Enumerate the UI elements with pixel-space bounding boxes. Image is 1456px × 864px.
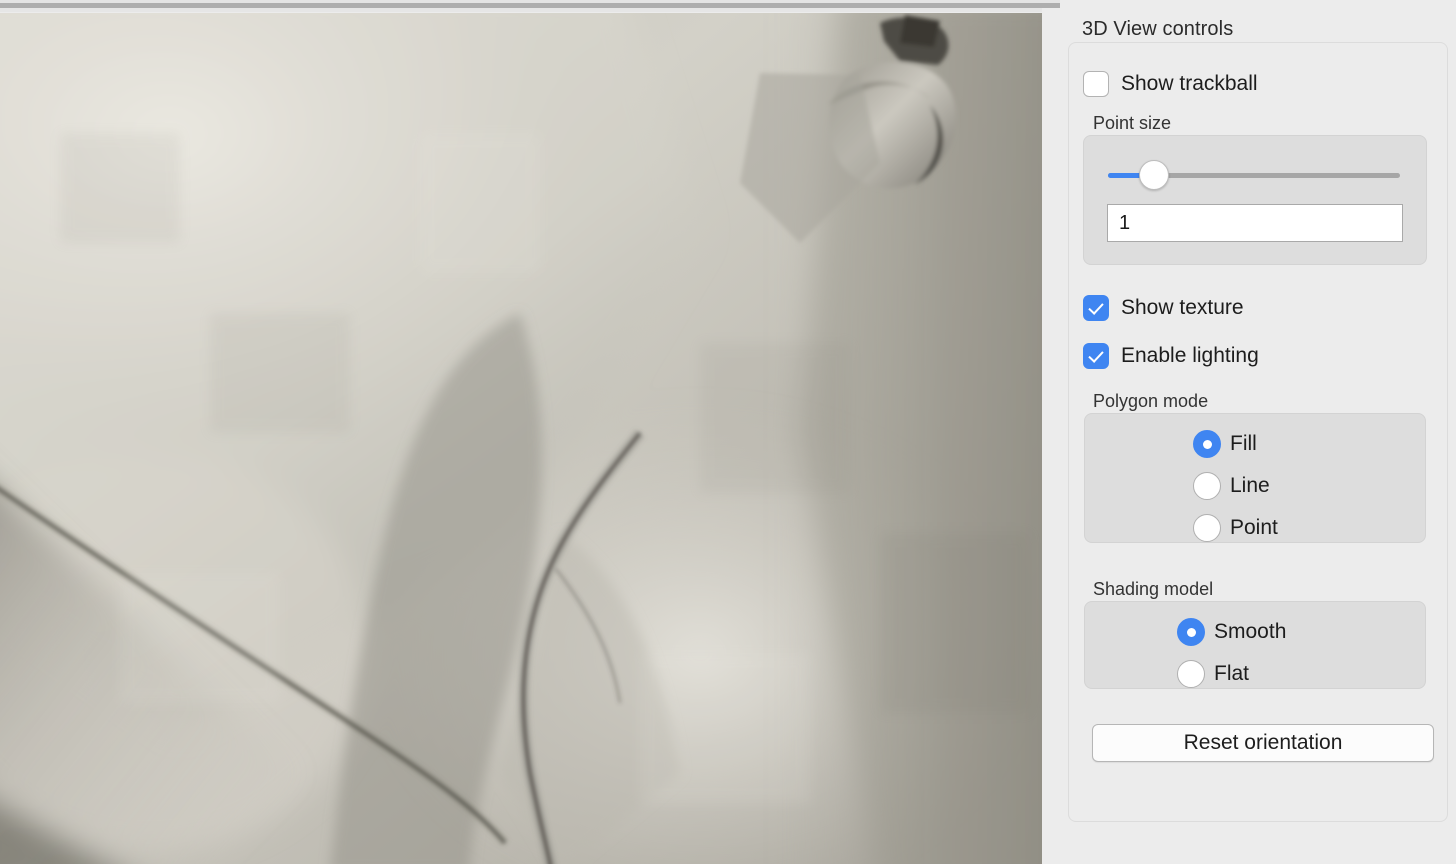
radio-smooth[interactable] — [1177, 618, 1205, 646]
shading-model-group-label: Shading model — [1093, 579, 1214, 599]
polygon-mode-option-line[interactable]: Line — [1193, 472, 1270, 500]
viewport-top-highlight — [0, 8, 1042, 12]
enable-lighting-checkbox[interactable] — [1083, 343, 1109, 369]
radio-point-label: Point — [1230, 516, 1278, 539]
view-controls-panel: 3D View controls Show trackball Point si… — [1060, 0, 1456, 864]
enable-lighting-label: Enable lighting — [1121, 344, 1259, 367]
show-trackball-checkbox[interactable] — [1083, 71, 1109, 97]
reset-orientation-button[interactable]: Reset orientation — [1092, 724, 1434, 762]
shading-model-option-smooth[interactable]: Smooth — [1177, 618, 1286, 646]
point-size-slider[interactable] — [1108, 160, 1400, 190]
app-window: 3D View controls Show trackball Point si… — [0, 0, 1456, 864]
show-trackball-row[interactable]: Show trackball — [1083, 71, 1258, 97]
3d-mesh-render — [0, 13, 1042, 864]
shading-model-groupbox: Smooth Flat — [1084, 601, 1426, 689]
show-texture-label: Show texture — [1121, 296, 1244, 319]
radio-fill[interactable] — [1193, 430, 1221, 458]
point-size-groupbox: 1 — [1083, 135, 1427, 265]
polygon-mode-groupbox: Fill Line Point — [1084, 413, 1426, 543]
panel-title: 3D View controls — [1082, 18, 1234, 40]
panel-body: Show trackball Point size 1 Show texture — [1068, 42, 1448, 822]
radio-fill-label: Fill — [1230, 432, 1257, 455]
show-texture-checkbox[interactable] — [1083, 295, 1109, 321]
show-trackball-label: Show trackball — [1121, 72, 1258, 95]
polygon-mode-option-fill[interactable]: Fill — [1193, 430, 1257, 458]
slider-handle[interactable] — [1139, 160, 1169, 190]
3d-viewport[interactable] — [0, 13, 1042, 864]
radio-point[interactable] — [1193, 514, 1221, 542]
enable-lighting-row[interactable]: Enable lighting — [1083, 343, 1259, 369]
radio-line[interactable] — [1193, 472, 1221, 500]
polygon-mode-group-label: Polygon mode — [1093, 391, 1209, 411]
show-texture-row[interactable]: Show texture — [1083, 295, 1244, 321]
radio-line-label: Line — [1230, 474, 1270, 497]
point-size-input[interactable]: 1 — [1107, 204, 1403, 242]
shading-model-option-flat[interactable]: Flat — [1177, 660, 1249, 688]
point-size-group-label: Point size — [1093, 113, 1172, 133]
radio-flat[interactable] — [1177, 660, 1205, 688]
radio-smooth-label: Smooth — [1214, 620, 1287, 643]
radio-flat-label: Flat — [1214, 662, 1250, 685]
polygon-mode-option-point[interactable]: Point — [1193, 514, 1278, 542]
